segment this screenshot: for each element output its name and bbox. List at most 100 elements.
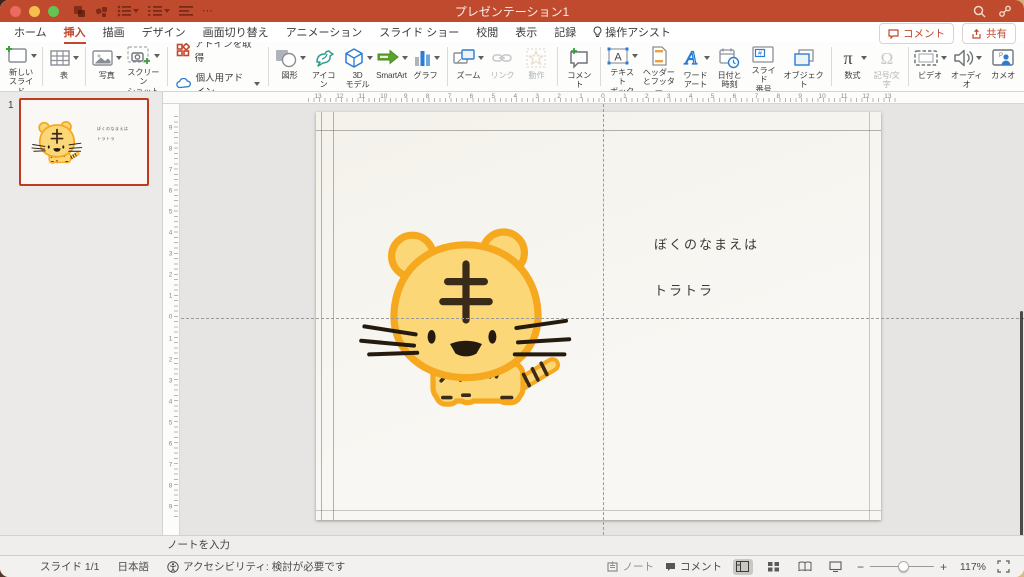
chevron-down-icon bbox=[73, 56, 79, 60]
tab-design[interactable]: デザイン bbox=[142, 24, 186, 40]
tab-insert[interactable]: 挿入 bbox=[64, 24, 86, 40]
slide-canvas[interactable]: 9876543210123456789 ぼくのなまえは トラトラ bbox=[163, 104, 1024, 535]
share-presence-icon[interactable] bbox=[998, 5, 1012, 18]
slide-text-block[interactable]: ぼくのなまえは トラトラ bbox=[654, 234, 759, 299]
tab-review[interactable]: 校閲 bbox=[476, 24, 498, 40]
slide-zoom-icon bbox=[452, 48, 476, 68]
ruler-number: 9 bbox=[163, 125, 178, 132]
bar-chart-icon bbox=[412, 48, 432, 68]
chart-button[interactable]: グラフ bbox=[409, 42, 443, 91]
notes-pane[interactable]: ノートを入力 bbox=[0, 535, 1024, 555]
tab-tell-me[interactable]: 操作アシスト bbox=[593, 24, 671, 40]
comments-toggle[interactable]: コメント bbox=[665, 559, 722, 574]
link-button: リンク bbox=[485, 42, 519, 91]
addin-store-icon bbox=[176, 43, 190, 57]
notes-placeholder: ノートを入力 bbox=[167, 539, 230, 551]
minimize-window-button[interactable] bbox=[29, 6, 40, 17]
icons-button[interactable]: アイコン bbox=[307, 42, 341, 91]
table-button[interactable]: 表 bbox=[47, 42, 81, 91]
ruler-number: 6 bbox=[163, 440, 178, 447]
3d-models-button[interactable]: 3D モデル bbox=[341, 42, 375, 91]
ruler-number: 9 bbox=[798, 93, 802, 100]
shapes-button[interactable]: 図形 bbox=[273, 42, 307, 91]
object-button[interactable]: オブジェクト bbox=[780, 42, 826, 91]
zoom-in-button[interactable]: + bbox=[940, 562, 947, 572]
table-icon bbox=[49, 48, 71, 68]
normal-view-button[interactable] bbox=[733, 559, 753, 575]
textbox-button[interactable]: A テキスト ボックス bbox=[605, 42, 639, 91]
cameo-button[interactable]: P カメオ bbox=[986, 42, 1020, 91]
notes-toggle[interactable]: ノート bbox=[607, 559, 654, 574]
numbered-list-button[interactable] bbox=[148, 5, 170, 17]
tab-transitions[interactable]: 画面切り替え bbox=[203, 24, 269, 40]
vertical-scrollbar[interactable] bbox=[1020, 311, 1023, 535]
chevron-down-icon bbox=[861, 56, 867, 60]
tab-record[interactable]: 記録 bbox=[554, 24, 576, 40]
accessibility-status[interactable]: アクセシビリティ: 検討が必要です bbox=[167, 559, 345, 574]
ruler-number: 5 bbox=[163, 419, 178, 426]
header-footer-button[interactable]: ヘッダー とフッター bbox=[639, 42, 678, 91]
tab-draw[interactable]: 描画 bbox=[103, 24, 125, 40]
close-window-button[interactable] bbox=[10, 6, 21, 17]
ruler-number: 2 bbox=[163, 356, 178, 363]
zoom-percentage[interactable]: 117% bbox=[958, 561, 986, 573]
video-button[interactable]: ビデオ bbox=[913, 42, 947, 91]
photo-button[interactable]: 写真 bbox=[90, 42, 124, 91]
cameo-icon: P bbox=[991, 48, 1015, 68]
editor-column: 13121110987654321012345678910111213 9876… bbox=[163, 92, 1024, 535]
my-addins-button[interactable]: 個人用アドイン bbox=[176, 70, 260, 93]
screenshot-button[interactable]: スクリーン ショット bbox=[124, 42, 163, 91]
list-indent-icon[interactable] bbox=[179, 5, 193, 17]
ruler-number: 6 bbox=[470, 93, 474, 100]
zoom-slider-knob[interactable] bbox=[898, 561, 909, 572]
bullet-list-button[interactable] bbox=[117, 5, 139, 17]
ruler-number: 8 bbox=[163, 482, 178, 489]
chevron-down-icon bbox=[31, 54, 37, 58]
slide-thumbnail[interactable]: ぼくのなまえは トラトラ bbox=[19, 98, 149, 186]
ruler-number: 13 bbox=[314, 93, 321, 100]
arrange-shapes-icon[interactable] bbox=[95, 5, 108, 18]
ruler-number: 11 bbox=[358, 93, 365, 100]
slideshow-view-button[interactable] bbox=[826, 559, 846, 575]
ruler-number: 7 bbox=[448, 93, 452, 100]
ruler-number: 2 bbox=[645, 93, 649, 100]
chevron-down-icon bbox=[434, 56, 440, 60]
zoom-insert-button[interactable]: ズーム bbox=[451, 42, 485, 91]
tab-animations[interactable]: アニメーション bbox=[286, 24, 363, 40]
ruler-number: 6 bbox=[733, 93, 737, 100]
vertical-guide[interactable] bbox=[603, 104, 604, 535]
zoom-window-button[interactable] bbox=[48, 6, 59, 17]
zoom-out-button[interactable]: − bbox=[857, 562, 864, 572]
new-comment-button[interactable]: コメント bbox=[562, 42, 596, 91]
merge-shapes-icon[interactable] bbox=[73, 5, 86, 18]
comments-button[interactable]: コメント bbox=[879, 23, 954, 44]
get-addins-button[interactable]: アドインを取得 bbox=[176, 42, 260, 64]
chevron-down-icon bbox=[704, 56, 710, 60]
ruler-number: 9 bbox=[163, 503, 178, 510]
chevron-down-icon bbox=[133, 9, 139, 13]
object-icon bbox=[793, 48, 815, 68]
smartart-button[interactable]: SmartArt bbox=[375, 42, 409, 91]
search-icon[interactable] bbox=[973, 5, 986, 18]
ruler-number: 7 bbox=[755, 93, 759, 100]
share-button[interactable]: 共有 bbox=[962, 23, 1016, 44]
horizontal-guide[interactable] bbox=[181, 318, 1024, 319]
slide-number-button[interactable]: # スライド 番号 bbox=[746, 42, 780, 91]
tab-view[interactable]: 表示 bbox=[515, 24, 537, 40]
zoom-slider-track[interactable] bbox=[870, 566, 934, 567]
tab-home[interactable]: ホーム bbox=[14, 24, 47, 40]
slide-editing-surface[interactable]: ぼくのなまえは トラトラ bbox=[316, 112, 881, 520]
more-commands-icon[interactable]: ⋯ bbox=[202, 6, 213, 16]
reading-view-button[interactable] bbox=[795, 559, 815, 575]
equation-button[interactable]: π 数式 bbox=[835, 42, 869, 91]
new-slide-button[interactable]: 新しい スライド bbox=[4, 42, 38, 91]
slide-sorter-view-button[interactable] bbox=[764, 559, 784, 575]
fit-slide-to-window-button[interactable] bbox=[997, 560, 1010, 573]
calendar-clock-icon bbox=[718, 47, 740, 69]
language-indicator[interactable]: 日本語 bbox=[118, 559, 150, 574]
tab-slideshow[interactable]: スライド ショー bbox=[379, 24, 459, 40]
audio-button[interactable]: オーディオ bbox=[947, 42, 986, 91]
symbol-button: Ω 記号/文字 bbox=[869, 42, 903, 91]
wordart-button[interactable]: A ワード アート bbox=[678, 42, 712, 91]
date-time-button[interactable]: 日付と 時刻 bbox=[712, 42, 746, 91]
